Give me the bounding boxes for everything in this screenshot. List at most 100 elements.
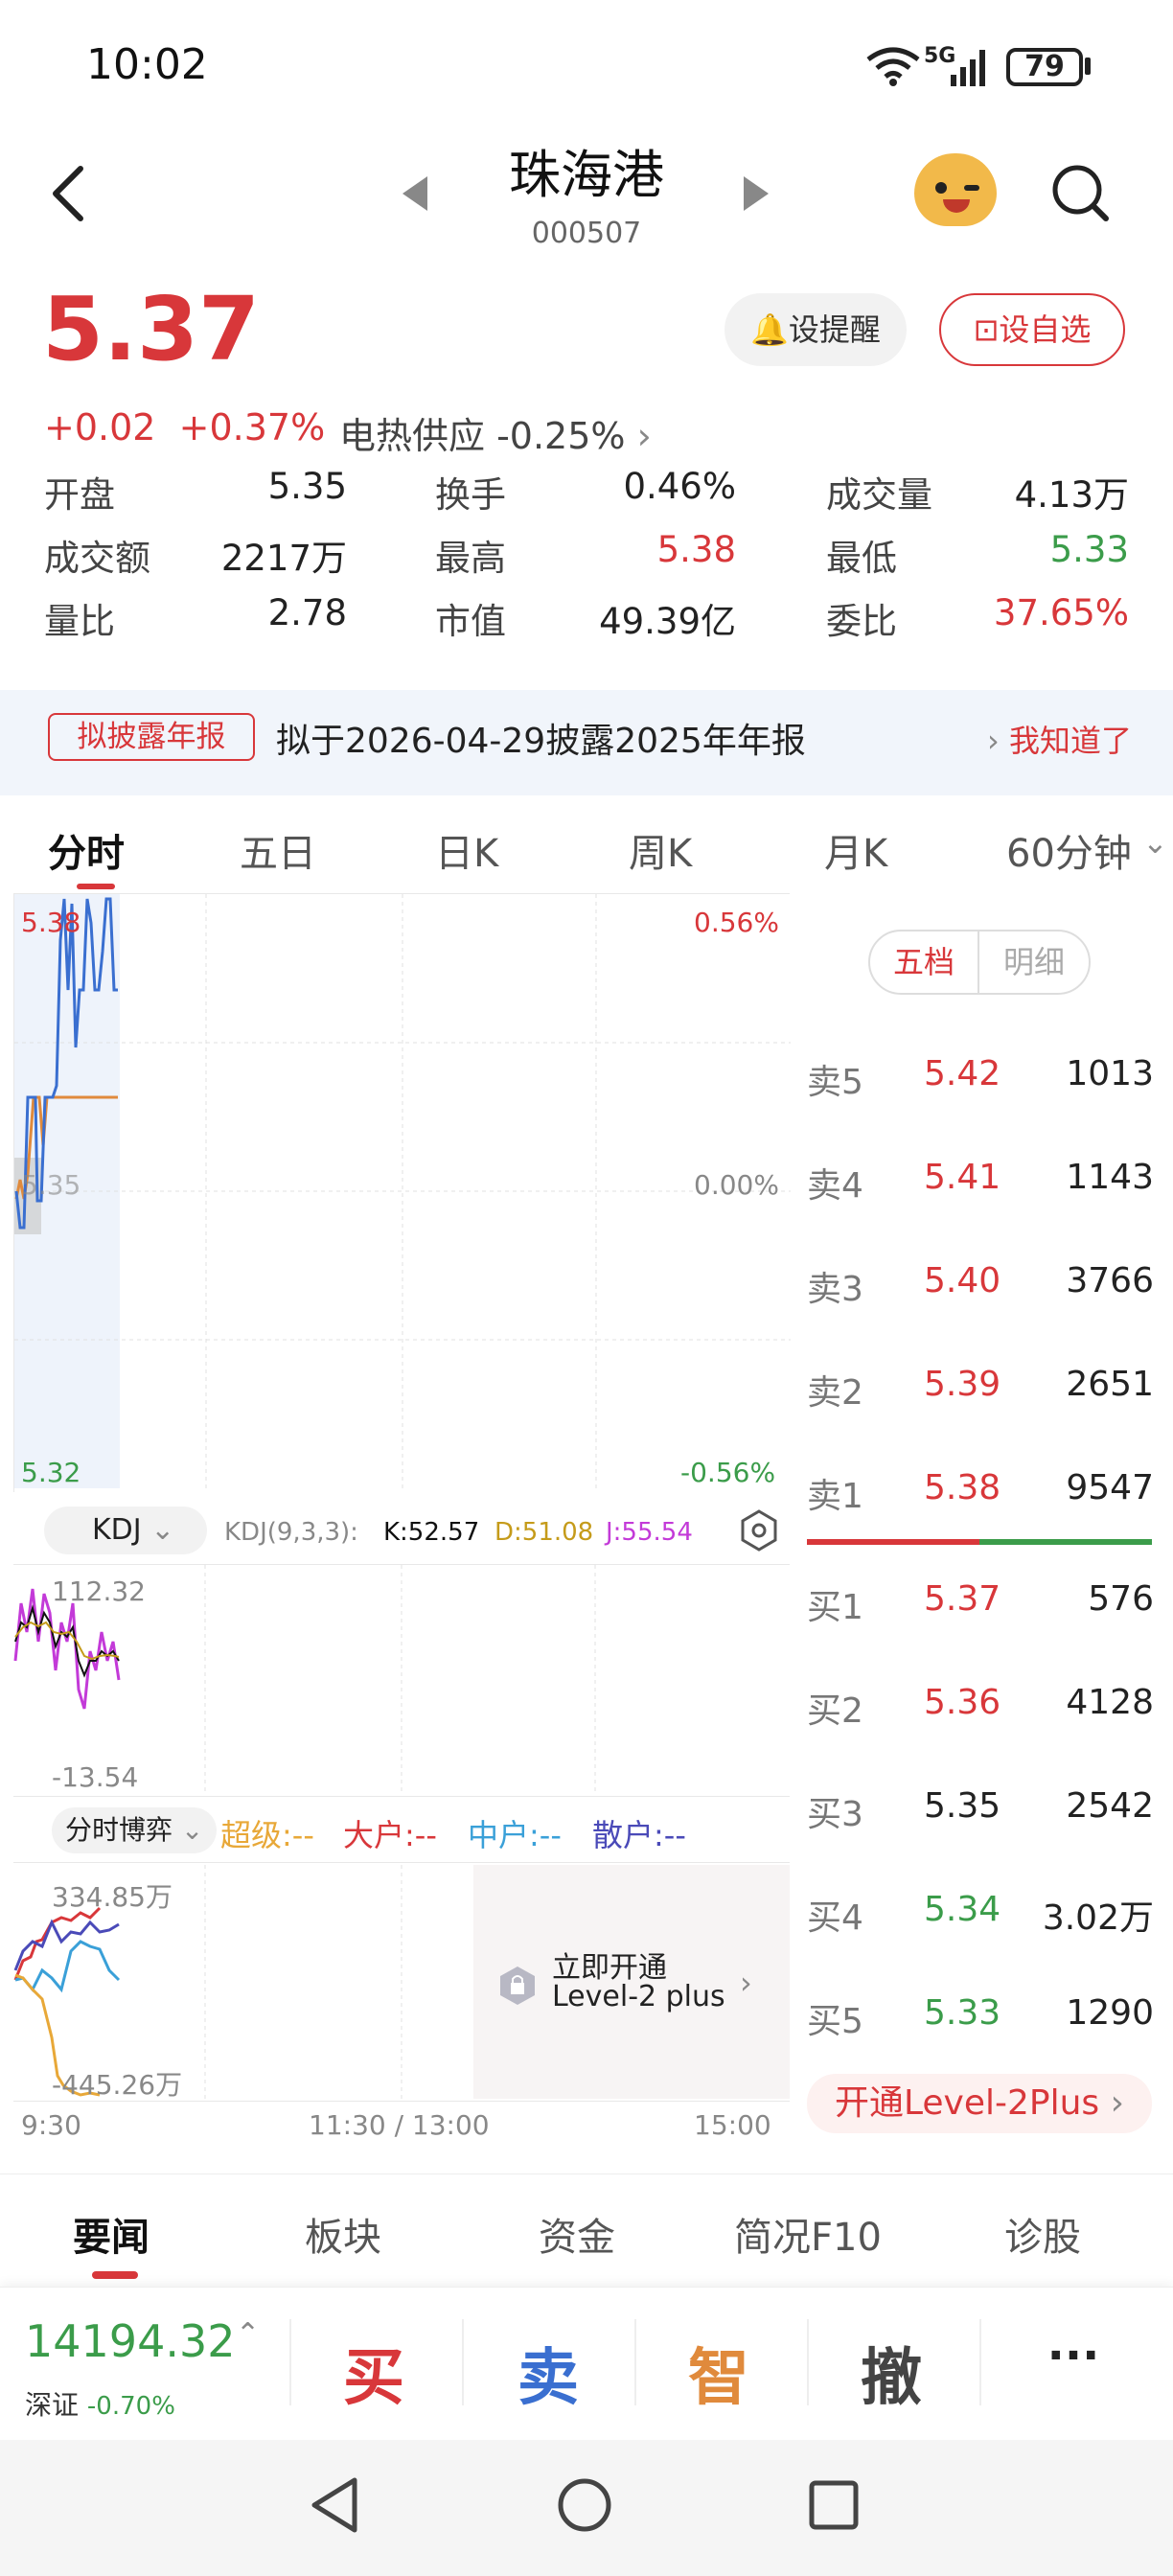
time-axis-start: 9:30 [21,2109,81,2141]
info-tab[interactable]: 资金 [539,2206,615,2262]
open-level2-button[interactable]: 开通Level-2Plus › [807,2074,1152,2133]
search-icon[interactable] [1050,163,1112,224]
orderbook-vol: 3.02万 [1042,1898,1154,1938]
info-tab[interactable]: 要闻 [73,2206,150,2262]
quote-value: 2.78 [267,592,347,633]
orderbook-price[interactable]: 5.33 [924,1993,1000,2033]
orderbook-label: 买3 [807,1795,863,1834]
next-stock-icon[interactable] [744,176,769,211]
flow-super: 超级:-- [220,1817,314,1853]
kdj-y-bottom: -13.54 [52,1761,139,1793]
orderbook-price[interactable]: 5.34 [924,1890,1000,1929]
mascot-icon[interactable] [914,153,997,226]
smart-trade-button[interactable]: 智 [661,2329,776,2417]
orderbook-vol: 2651 [1066,1365,1154,1404]
set-alert-button[interactable]: 🔔设提醒 [724,293,907,366]
promo-line2: Level-2 plus [552,1980,725,2013]
pct-axis-bottom: -0.56% [680,1457,776,1488]
intraday-chart-area[interactable] [13,893,791,1493]
orderbook-label: 卖4 [807,1166,863,1206]
flow-mid: 中户:-- [468,1817,562,1853]
quote-value: 49.39亿 [599,601,736,642]
quote-label: 成交额 [44,538,150,579]
sector-link[interactable]: 电热供应 -0.25% › [339,406,652,459]
nav-home-icon[interactable] [556,2476,613,2534]
add-watchlist-button[interactable]: ⊡设自选 [939,293,1125,366]
orderbook-vol: 9547 [1066,1468,1154,1507]
chevron-up-icon[interactable]: ⌃ [236,2317,260,2351]
y-axis-bottom: 5.32 [21,1457,81,1488]
orderbook-toggle: 五档 明细 [868,930,1091,995]
orderbook-price[interactable]: 5.38 [924,1468,1000,1507]
period-tab[interactable]: 分时 [48,822,125,878]
level2-promo[interactable]: 立即开通 Level-2 plus › [498,1938,767,2034]
bell-icon: 🔔 [750,311,789,348]
quote-value: 0.46% [623,466,736,507]
flow-large: 大户:-- [343,1817,437,1853]
five-levels-tab[interactable]: 五档 [870,932,979,993]
orderbook-price[interactable]: 5.41 [924,1158,1000,1197]
info-tab[interactable]: 板块 [305,2206,381,2262]
orderbook-label: 买4 [807,1898,863,1938]
orderbook-vol: 2542 [1066,1786,1154,1826]
orderbook-price[interactable]: 5.39 [924,1365,1000,1404]
last-price: 5.37 [42,278,260,380]
quote-label: 换手 [435,474,506,516]
dismiss-notice-button[interactable]: › 我知道了 [987,717,1132,761]
info-tab[interactable]: 诊股 [1004,2206,1081,2262]
quote-value: 5.33 [1049,529,1129,570]
orderbook-price[interactable]: 5.37 [924,1579,1000,1619]
buy-button[interactable]: 买 [316,2329,431,2417]
orderbook-label: 卖3 [807,1270,863,1309]
notice-tag: 拟披露年报 [48,713,255,761]
period-tab[interactable]: 60分钟 [1006,822,1132,878]
kdj-d: D:51.08 [494,1518,594,1547]
orderbook-price[interactable]: 5.40 [924,1261,1000,1300]
sell-button[interactable]: 卖 [491,2329,606,2417]
quote-label: 委比 [826,601,897,642]
active-tab-indicator [77,884,115,889]
period-tab[interactable]: 五日 [240,822,316,878]
chat-icon: ⊡ [973,311,1000,348]
time-axis-mid: 11:30 / 13:00 [309,2109,490,2141]
orderbook-label: 卖1 [807,1477,863,1516]
more-button[interactable]: ··· [1016,2329,1131,2382]
intraday-chart [14,894,791,1493]
info-tab[interactable]: 简况F10 [734,2206,882,2262]
orderbook-price[interactable]: 5.36 [924,1683,1000,1722]
lock-icon [500,1966,535,2005]
quote-value: 5.35 [267,466,347,507]
period-tab[interactable]: 月K [824,822,887,878]
orderbook-price[interactable]: 5.42 [924,1054,1000,1093]
nav-recents-icon[interactable] [807,2478,861,2532]
status-bar: 10:02 5G 79 [0,0,1173,134]
quote-label: 开盘 [44,474,115,516]
orderbook-vol: 3766 [1066,1261,1154,1300]
orderbook-vol: 1143 [1066,1158,1154,1197]
index-value[interactable]: 14194.32 [25,2315,236,2367]
bid-ratio-bar [979,1539,1152,1545]
stock-code: 000507 [531,217,642,250]
pct-axis-mid: 0.00% [694,1169,779,1201]
flow-selector[interactable]: 分时博弈 ⌄ [52,1807,217,1853]
quote-value: 37.65% [993,592,1129,633]
kdj-y-top: 112.32 [52,1576,146,1607]
signal-icon [951,50,985,86]
orderbook-price[interactable]: 5.35 [924,1786,1000,1826]
indicator-selector[interactable]: KDJ ⌄ [44,1506,207,1554]
chevron-right-icon: › [636,415,652,457]
settings-icon[interactable] [740,1508,778,1552]
flow-y-bottom: -445.26万 [52,2069,183,2101]
orderbook-vol: 4128 [1066,1683,1154,1722]
back-icon[interactable] [46,165,94,222]
period-tab[interactable]: 日K [435,822,498,878]
nav-back-icon[interactable] [309,2476,362,2534]
orderbook-vol: 1290 [1066,1993,1154,2033]
chevron-down-icon: ⌄ [172,1814,204,1846]
chevron-right-icon: › [1099,2083,1125,2123]
quote-label: 成交量 [826,474,932,516]
period-tab[interactable]: 周K [629,822,692,878]
chevron-down-icon: ⌄ [1142,824,1168,861]
cancel-order-button[interactable]: 撤 [834,2329,949,2417]
detail-tab[interactable]: 明细 [979,932,1089,993]
